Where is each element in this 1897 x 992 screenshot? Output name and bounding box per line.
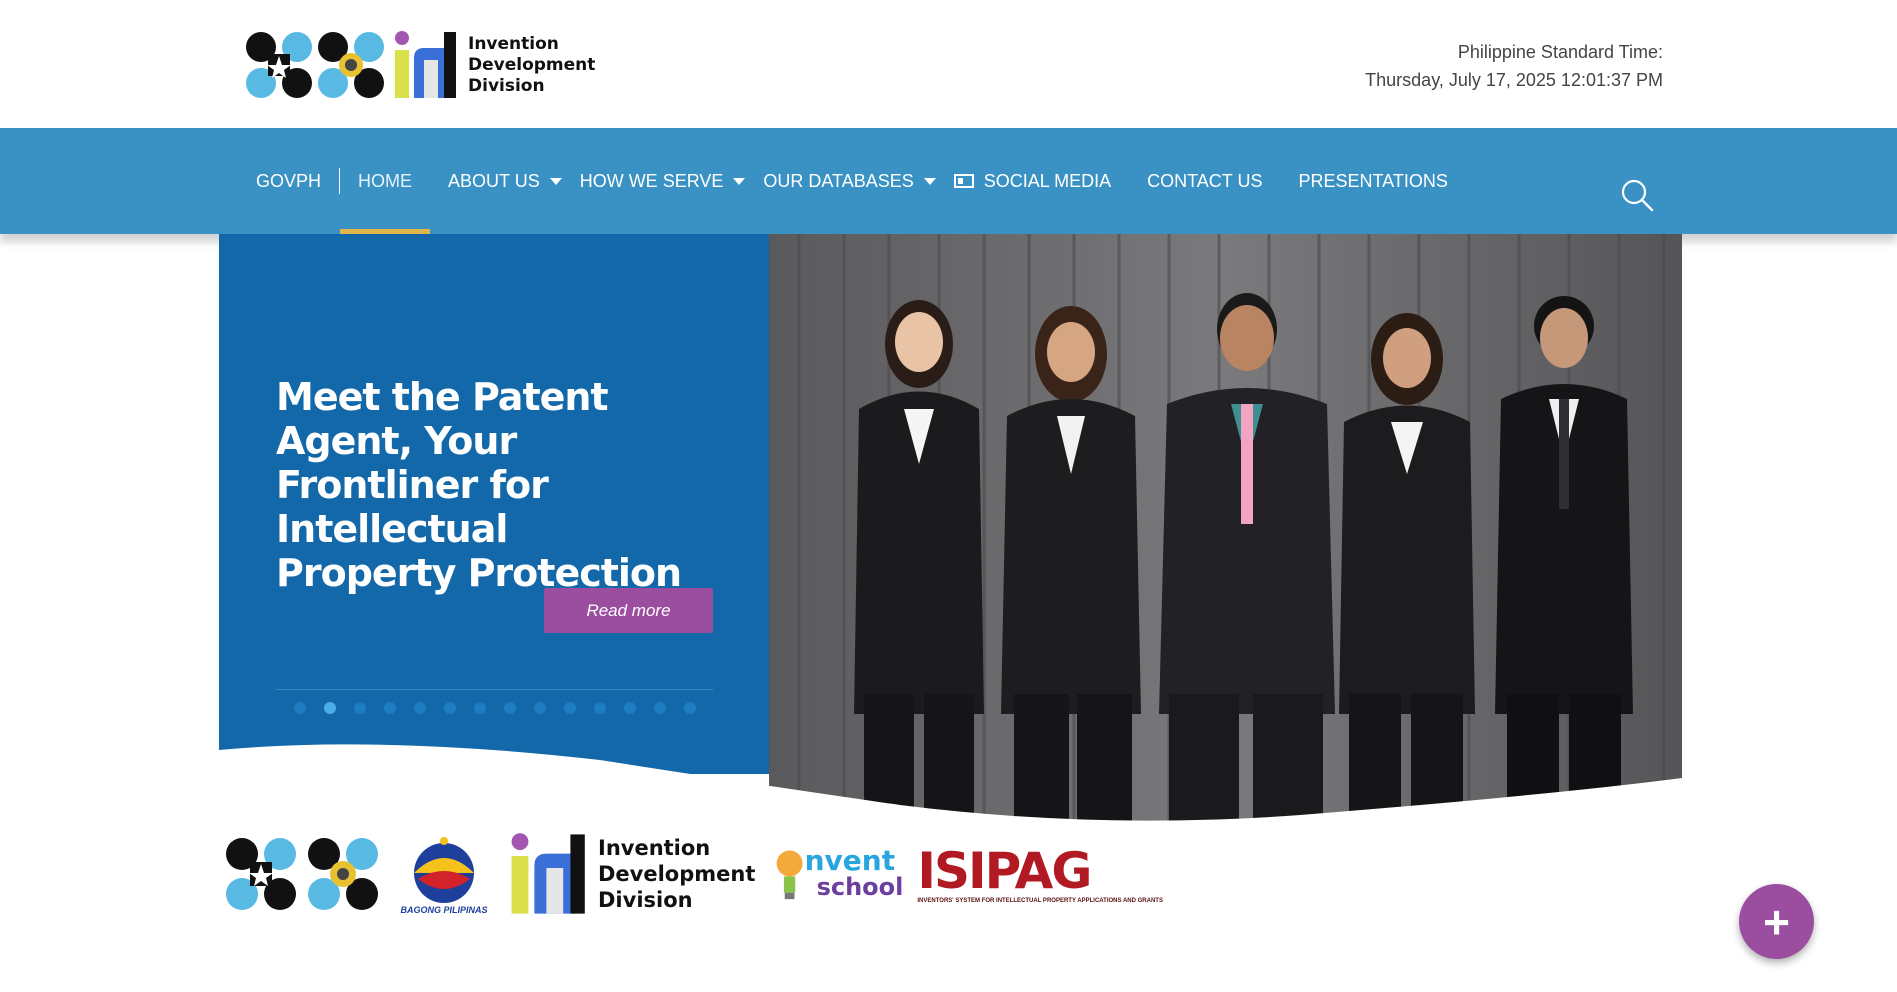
id-card-icon [953, 174, 974, 188]
nav-menu: GOVPH HOME ABOUT US HOW WE SERVE OUR DAT… [256, 128, 1466, 234]
slider-dot[interactable] [654, 702, 666, 714]
slider-dot[interactable] [384, 702, 396, 714]
plus-icon: + [1763, 895, 1790, 948]
logo-text: Invention Development Division [468, 33, 596, 96]
nav-label: HOW WE SERVE [579, 170, 724, 191]
idd-partner-logo[interactable]: Invention Development Division [506, 832, 755, 916]
nav-item-contact-us[interactable]: CONTACT US [1129, 128, 1280, 234]
idd-logo-icon [395, 31, 456, 98]
nav-label: ABOUT US [448, 170, 540, 191]
slider-dot[interactable] [354, 702, 366, 714]
hero-image [769, 234, 1682, 824]
slider-dot[interactable] [504, 702, 516, 714]
main-navigation: GOVPH HOME ABOUT US HOW WE SERVE OUR DAT… [0, 128, 1897, 234]
floating-action-button[interactable]: + [1739, 884, 1814, 959]
slider-dot[interactable] [414, 702, 426, 714]
idd-partner-text: Invention Development Division [598, 835, 756, 912]
top-header: Invention Development Division Philippin… [0, 0, 1897, 128]
dost-logo-icon[interactable] [224, 836, 382, 912]
search-button[interactable] [1620, 178, 1654, 212]
pst-value: Thursday, July 17, 2025 12:01:37 PM [1365, 70, 1663, 90]
chevron-down-icon [549, 177, 562, 185]
slider-dot[interactable] [684, 702, 696, 714]
nav-item-govph[interactable]: GOVPH [256, 168, 341, 194]
nav-label: HOME [358, 170, 413, 191]
pst-label: Philippine Standard Time: [1457, 42, 1663, 62]
nav-label: CONTACT US [1147, 170, 1263, 191]
nav-item-how-we-serve[interactable]: HOW WE SERVE [580, 128, 764, 234]
isipag-logo[interactable]: ISIPAG INVENTORS' SYSTEM FOR INTELLECTUA… [917, 841, 1163, 904]
lightbulb-icon [777, 849, 803, 899]
nav-item-social-media[interactable]: SOCIAL MEDIA [953, 128, 1129, 234]
nav-item-home[interactable]: HOME [340, 128, 431, 234]
slider-dot[interactable] [474, 702, 486, 714]
isipag-subtitle: INVENTORS' SYSTEM FOR INTELLECTUAL PROPE… [917, 897, 1163, 904]
nav-label: GOVPH [256, 170, 322, 191]
bagong-pilipinas-logo[interactable]: BAGONG PILIPINAS [396, 833, 492, 915]
dost-logo-icon [246, 32, 384, 98]
read-more-button[interactable]: Read more [544, 588, 713, 633]
slider-pagination [294, 702, 696, 714]
bagong-pilipinas-emblem-icon [414, 836, 474, 903]
slider-dot[interactable] [624, 702, 636, 714]
invent-school-logo[interactable]: nvent school [775, 839, 903, 909]
isipag-wordmark: ISIPAG [917, 841, 1092, 900]
nav-item-about-us[interactable]: ABOUT US [430, 128, 580, 234]
nav-item-our-databases[interactable]: OUR DATABASES [763, 128, 953, 234]
slider-divider [276, 689, 713, 690]
site-logo[interactable]: Invention Development Division [244, 30, 595, 100]
slider-dot[interactable] [444, 702, 456, 714]
invent-school-text: nvent school [804, 843, 904, 901]
chevron-down-icon [733, 177, 746, 185]
philippine-standard-time: Philippine Standard Time: Thursday, July… [1365, 38, 1663, 94]
bagong-pilipinas-label: BAGONG PILIPINAS [400, 904, 488, 915]
team-photo [769, 234, 1682, 824]
hero-title: Meet the Patent Agent, Your Frontliner f… [276, 375, 682, 595]
chevron-down-icon [923, 177, 936, 185]
slider-dot[interactable] [294, 702, 306, 714]
nav-label: PRESENTATIONS [1298, 170, 1448, 191]
idd-logo-icon [511, 832, 585, 914]
slider-dot[interactable] [594, 702, 606, 714]
slider-dot[interactable] [324, 702, 336, 714]
search-icon [1621, 179, 1654, 212]
nav-item-presentations[interactable]: PRESENTATIONS [1280, 128, 1465, 234]
partner-logos: BAGONG PILIPINAS Invention Development D… [224, 826, 1163, 921]
nav-label: OUR DATABASES [763, 170, 914, 191]
slider-dot[interactable] [564, 702, 576, 714]
nav-label: SOCIAL MEDIA [983, 170, 1112, 191]
slider-dot[interactable] [534, 702, 546, 714]
